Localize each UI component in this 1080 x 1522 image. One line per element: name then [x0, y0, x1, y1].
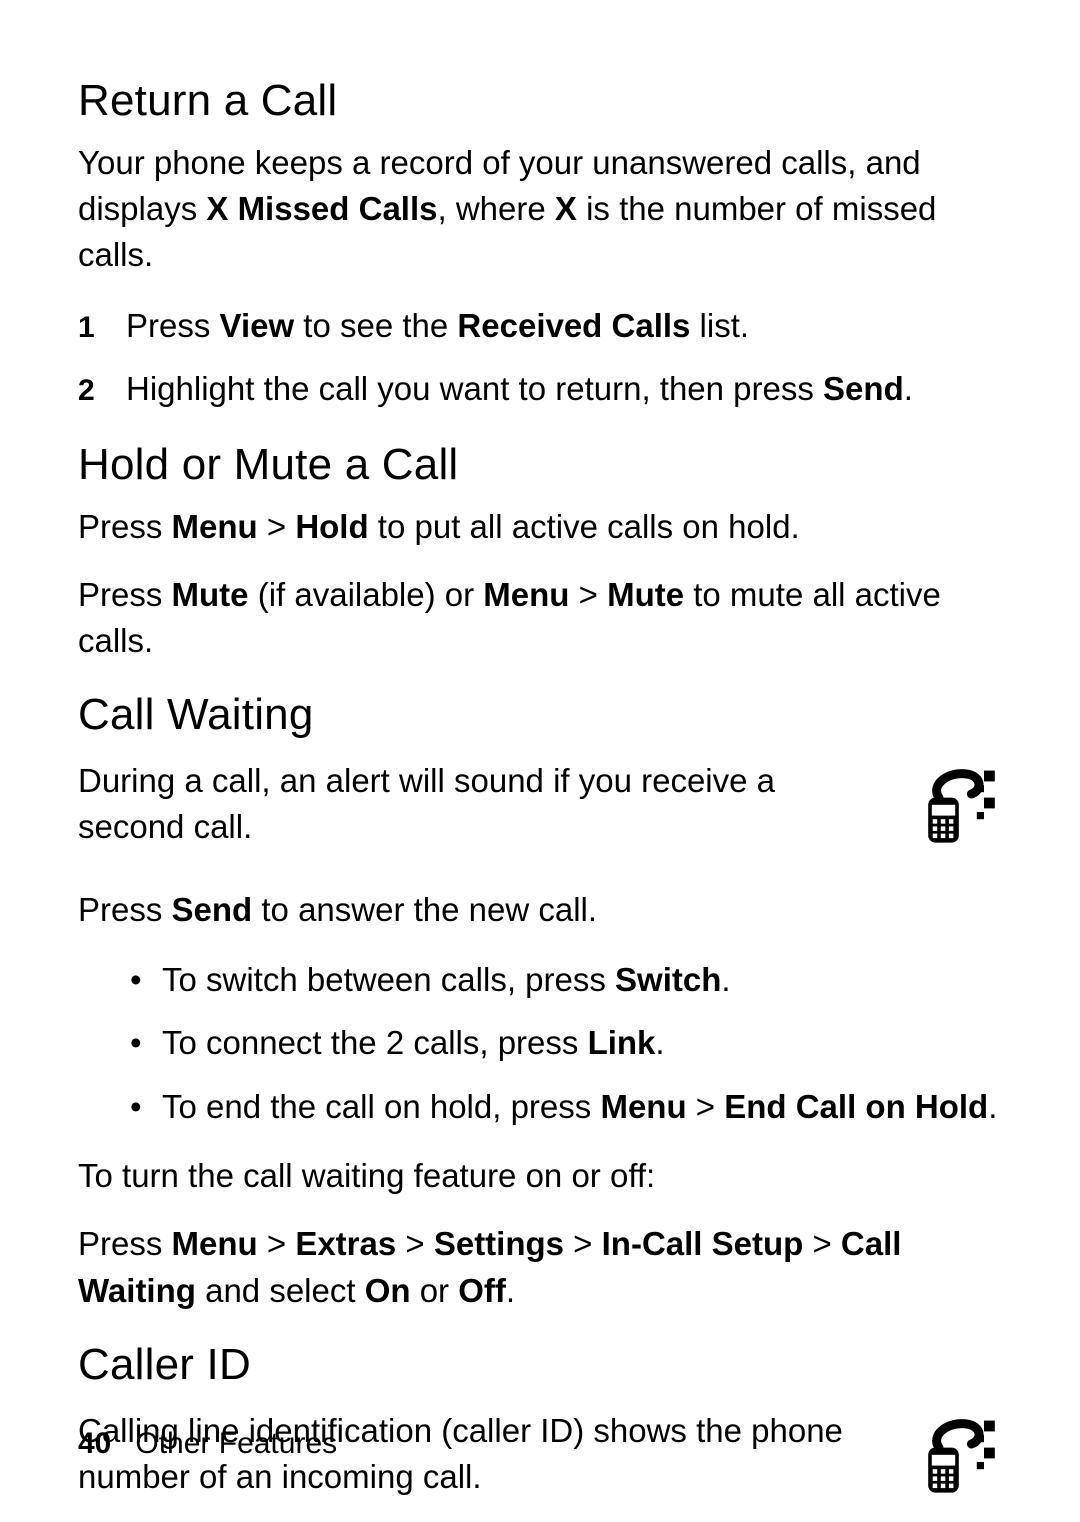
page-number: 40	[78, 1427, 111, 1460]
phone-network-icon	[912, 1408, 1002, 1498]
footer-section-name: Other Features	[135, 1427, 337, 1460]
heading-hold-or-mute: Hold or Mute a Call	[78, 440, 1002, 490]
bullet-switch: To switch between calls, press Switch.	[130, 955, 1002, 1005]
intro-return-a-call: Your phone keeps a record of your unansw…	[78, 140, 1002, 279]
step-text: Press View to see the Received Calls lis…	[126, 301, 749, 351]
call-waiting-intro: During a call, an alert will sound if yo…	[78, 758, 888, 850]
step-number: 2	[78, 368, 126, 413]
page-footer: 40 Other Features	[78, 1427, 337, 1461]
hold-p1: Press Menu > Hold to put all active call…	[78, 504, 1002, 550]
hold-p2: Press Mute (if available) or Menu > Mute…	[78, 572, 1002, 664]
steps-return-a-call: 1 Press View to see the Received Calls l…	[78, 301, 1002, 414]
heading-caller-id: Caller ID	[78, 1340, 1002, 1390]
step-number: 1	[78, 305, 126, 350]
document-page: Return a Call Your phone keeps a record …	[0, 0, 1080, 1521]
call-waiting-bullets: To switch between calls, press Switch. T…	[78, 955, 1002, 1132]
heading-call-waiting: Call Waiting	[78, 690, 1002, 740]
bullet-end-call-on-hold: To end the call on hold, press Menu > En…	[130, 1082, 1002, 1132]
phone-network-icon	[912, 758, 1002, 848]
step-2: 2 Highlight the call you want to return,…	[78, 364, 1002, 414]
call-waiting-toggle-intro: To turn the call waiting feature on or o…	[78, 1153, 1002, 1199]
call-waiting-toggle-path: Press Menu > Extras > Settings > In-Call…	[78, 1221, 1002, 1313]
step-text: Highlight the call you want to return, t…	[126, 364, 913, 414]
call-waiting-press-send: Press Send to answer the new call.	[78, 887, 1002, 933]
step-1: 1 Press View to see the Received Calls l…	[78, 301, 1002, 351]
bullet-link: To connect the 2 calls, press Link.	[130, 1018, 1002, 1068]
caller-id-intro-row: Calling line identification (caller ID) …	[78, 1404, 1002, 1522]
call-waiting-intro-row: During a call, an alert will sound if yo…	[78, 754, 1002, 872]
heading-return-a-call: Return a Call	[78, 76, 1002, 126]
